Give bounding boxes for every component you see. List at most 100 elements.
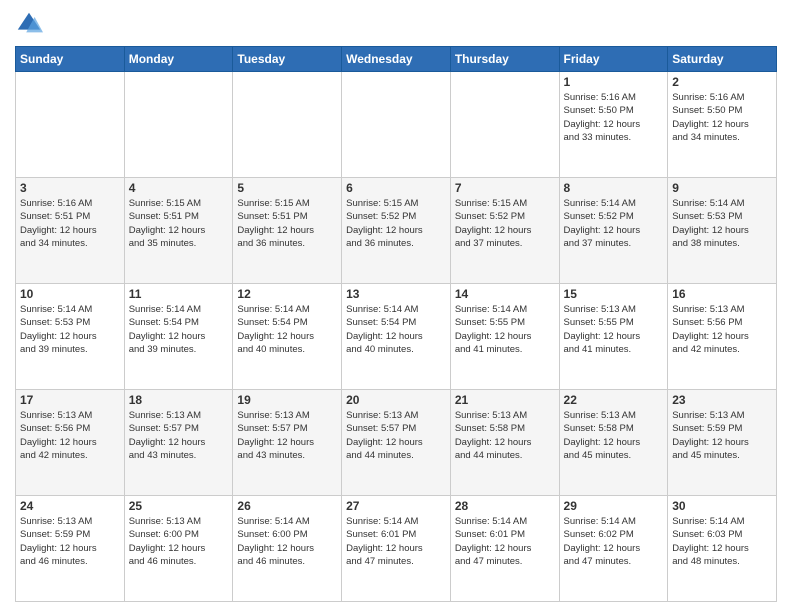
calendar-cell: 9 Sunrise: 5:14 AM Sunset: 5:53 PM Daylig… xyxy=(668,178,777,284)
day-info: Sunrise: 5:13 AM Sunset: 5:58 PM Dayligh… xyxy=(455,409,555,462)
calendar-cell xyxy=(342,72,451,178)
day-info: Sunrise: 5:16 AM Sunset: 5:51 PM Dayligh… xyxy=(20,197,120,250)
day-number: 7 xyxy=(455,181,555,195)
calendar-cell: 12Sunrise: 5:14 AM Sunset: 5:54 PM Dayli… xyxy=(233,284,342,390)
day-info: Sunrise: 5:14 AM Sunset: 5:54 PM Dayligh… xyxy=(346,303,446,356)
calendar-cell: 30 Sunrise: 5:14 AM Sunset: 6:03 PM Dayli… xyxy=(668,496,777,602)
day-number: 8 xyxy=(564,181,664,195)
day-info: Sunrise: 5:13 AM Sunset: 5:56 PM Dayligh… xyxy=(20,409,120,462)
day-info: Sunrise: 5:14 AM Sunset: 5:54 PM Dayligh… xyxy=(237,303,337,356)
day-info: Sunrise: 5:13 AM Sunset: 5:55 PM Dayligh… xyxy=(564,303,664,356)
day-number: 30 xyxy=(672,499,772,513)
calendar-cell: 20 Sunrise: 5:13 AM Sunset: 5:57 PM Dayli… xyxy=(342,390,451,496)
day-number: 19 xyxy=(237,393,337,407)
weekday-header-thursday: Thursday xyxy=(450,47,559,72)
weekday-header-monday: Monday xyxy=(124,47,233,72)
day-info: Sunrise: 5:15 AM Sunset: 5:52 PM Dayligh… xyxy=(455,197,555,250)
day-info: Sunrise: 5:15 AM Sunset: 5:51 PM Dayligh… xyxy=(237,197,337,250)
calendar-cell: 13 Sunrise: 5:14 AM Sunset: 5:54 PM Dayli… xyxy=(342,284,451,390)
calendar-cell: 23 Sunrise: 5:13 AM Sunset: 5:59 PM Dayli… xyxy=(668,390,777,496)
day-info: Sunrise: 5:13 AM Sunset: 5:57 PM Dayligh… xyxy=(129,409,229,462)
calendar-cell xyxy=(450,72,559,178)
day-info: Sunrise: 5:15 AM Sunset: 5:51 PM Dayligh… xyxy=(129,197,229,250)
day-number: 9 xyxy=(672,181,772,195)
calendar-cell: 19 Sunrise: 5:13 AM Sunset: 5:57 PM Dayli… xyxy=(233,390,342,496)
calendar-cell: 25 Sunrise: 5:13 AM Sunset: 6:00 PM Dayli… xyxy=(124,496,233,602)
logo-icon xyxy=(15,10,43,38)
calendar-cell: 28 Sunrise: 5:14 AM Sunset: 6:01 PM Dayli… xyxy=(450,496,559,602)
calendar-week-5: 24Sunrise: 5:13 AM Sunset: 5:59 PM Dayli… xyxy=(16,496,777,602)
day-number: 5 xyxy=(237,181,337,195)
day-number: 2 xyxy=(672,75,772,89)
calendar-cell: 17 Sunrise: 5:13 AM Sunset: 5:56 PM Dayli… xyxy=(16,390,125,496)
day-number: 1 xyxy=(564,75,664,89)
day-number: 21 xyxy=(455,393,555,407)
header xyxy=(15,10,777,38)
calendar-cell: 29Sunrise: 5:14 AM Sunset: 6:02 PM Dayli… xyxy=(559,496,668,602)
calendar-week-4: 17 Sunrise: 5:13 AM Sunset: 5:56 PM Dayli… xyxy=(16,390,777,496)
day-info: Sunrise: 5:15 AM Sunset: 5:52 PM Dayligh… xyxy=(346,197,446,250)
day-info: Sunrise: 5:14 AM Sunset: 5:54 PM Dayligh… xyxy=(129,303,229,356)
day-info: Sunrise: 5:13 AM Sunset: 5:59 PM Dayligh… xyxy=(672,409,772,462)
calendar-cell: 4Sunrise: 5:15 AM Sunset: 5:51 PM Daylig… xyxy=(124,178,233,284)
day-info: Sunrise: 5:14 AM Sunset: 5:52 PM Dayligh… xyxy=(564,197,664,250)
calendar-cell: 1Sunrise: 5:16 AM Sunset: 5:50 PM Daylig… xyxy=(559,72,668,178)
day-info: Sunrise: 5:14 AM Sunset: 6:03 PM Dayligh… xyxy=(672,515,772,568)
day-info: Sunrise: 5:16 AM Sunset: 5:50 PM Dayligh… xyxy=(672,91,772,144)
day-number: 16 xyxy=(672,287,772,301)
day-number: 22 xyxy=(564,393,664,407)
calendar-cell xyxy=(124,72,233,178)
calendar-cell: 3 Sunrise: 5:16 AM Sunset: 5:51 PM Daylig… xyxy=(16,178,125,284)
calendar-week-1: 1 Sunrise: 5:16 AM Sunset: 5:50 PM Daylig… xyxy=(16,72,777,178)
day-number: 20 xyxy=(346,393,446,407)
weekday-header-friday: Friday xyxy=(559,47,668,72)
day-info: Sunrise: 5:13 AM Sunset: 5:57 PM Dayligh… xyxy=(237,409,337,462)
calendar-cell: 10 Sunrise: 5:14 AM Sunset: 5:53 PM Dayli… xyxy=(16,284,125,390)
day-info: Sunrise: 5:14 AM Sunset: 6:01 PM Dayligh… xyxy=(346,515,446,568)
day-info: Sunrise: 5:14 AM Sunset: 5:53 PM Dayligh… xyxy=(672,197,772,250)
calendar-cell: 5 Sunrise: 5:15 AM Sunset: 5:51 PM Daylig… xyxy=(233,178,342,284)
day-number: 17 xyxy=(20,393,120,407)
day-number: 11 xyxy=(129,287,229,301)
calendar-header: SundayMondayTuesdayWednesdayThursdayFrid… xyxy=(16,47,777,72)
day-number: 23 xyxy=(672,393,772,407)
day-info: Sunrise: 5:14 AM Sunset: 6:01 PM Dayligh… xyxy=(455,515,555,568)
weekday-header-wednesday: Wednesday xyxy=(342,47,451,72)
day-number: 28 xyxy=(455,499,555,513)
day-number: 6 xyxy=(346,181,446,195)
day-number: 14 xyxy=(455,287,555,301)
calendar-cell xyxy=(16,72,125,178)
day-info: Sunrise: 5:13 AM Sunset: 5:56 PM Dayligh… xyxy=(672,303,772,356)
day-info: Sunrise: 5:14 AM Sunset: 6:00 PM Dayligh… xyxy=(237,515,337,568)
calendar-cell: 11 Sunrise: 5:14 AM Sunset: 5:54 PM Dayli… xyxy=(124,284,233,390)
day-number: 10 xyxy=(20,287,120,301)
weekday-header-tuesday: Tuesday xyxy=(233,47,342,72)
calendar-cell: 6 Sunrise: 5:15 AM Sunset: 5:52 PM Daylig… xyxy=(342,178,451,284)
day-info: Sunrise: 5:13 AM Sunset: 6:00 PM Dayligh… xyxy=(129,515,229,568)
day-number: 18 xyxy=(129,393,229,407)
calendar-table: SundayMondayTuesdayWednesdayThursdayFrid… xyxy=(15,46,777,602)
calendar-cell: 2 Sunrise: 5:16 AM Sunset: 5:50 PM Daylig… xyxy=(668,72,777,178)
calendar-cell: 16 Sunrise: 5:13 AM Sunset: 5:56 PM Dayli… xyxy=(668,284,777,390)
calendar-cell: 14Sunrise: 5:14 AM Sunset: 5:55 PM Dayli… xyxy=(450,284,559,390)
calendar-cell: 15 Sunrise: 5:13 AM Sunset: 5:55 PM Dayli… xyxy=(559,284,668,390)
calendar-cell: 21 Sunrise: 5:13 AM Sunset: 5:58 PM Dayli… xyxy=(450,390,559,496)
day-number: 24 xyxy=(20,499,120,513)
day-info: Sunrise: 5:13 AM Sunset: 5:57 PM Dayligh… xyxy=(346,409,446,462)
day-number: 25 xyxy=(129,499,229,513)
weekday-header-sunday: Sunday xyxy=(16,47,125,72)
calendar-body: 1 Sunrise: 5:16 AM Sunset: 5:50 PM Daylig… xyxy=(16,72,777,602)
logo xyxy=(15,10,47,38)
calendar-cell: 24Sunrise: 5:13 AM Sunset: 5:59 PM Dayli… xyxy=(16,496,125,602)
calendar-cell: 7 Sunrise: 5:15 AM Sunset: 5:52 PM Daylig… xyxy=(450,178,559,284)
weekday-header-row: SundayMondayTuesdayWednesdayThursdayFrid… xyxy=(16,47,777,72)
day-number: 15 xyxy=(564,287,664,301)
day-info: Sunrise: 5:14 AM Sunset: 6:02 PM Dayligh… xyxy=(564,515,664,568)
weekday-header-saturday: Saturday xyxy=(668,47,777,72)
calendar-cell: 27Sunrise: 5:14 AM Sunset: 6:01 PM Dayli… xyxy=(342,496,451,602)
day-number: 13 xyxy=(346,287,446,301)
day-info: Sunrise: 5:14 AM Sunset: 5:53 PM Dayligh… xyxy=(20,303,120,356)
calendar-cell: 22Sunrise: 5:13 AM Sunset: 5:58 PM Dayli… xyxy=(559,390,668,496)
day-number: 3 xyxy=(20,181,120,195)
calendar-week-2: 3 Sunrise: 5:16 AM Sunset: 5:51 PM Daylig… xyxy=(16,178,777,284)
